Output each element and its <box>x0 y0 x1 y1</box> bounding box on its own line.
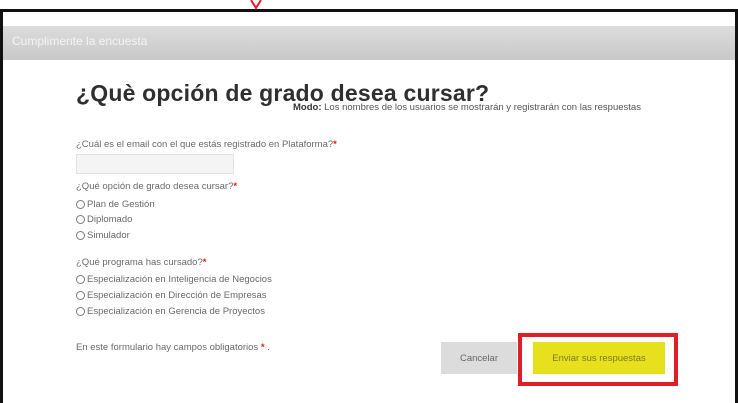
submit-button[interactable]: Enviar sus respuestas <box>533 342 665 374</box>
radio-option-gerencia-proyectos[interactable]: Especialización en Gerencia de Proyectos <box>76 305 265 318</box>
mode-text: Los nombres de los usuarios se mostrarán… <box>321 102 641 113</box>
radio-option-label: Plan de Gestión <box>87 199 155 210</box>
question-email-text: ¿Cuál es el email con el que estás regis… <box>76 139 334 150</box>
radio-circle-icon[interactable] <box>76 275 85 284</box>
required-fields-note: En este formulario hay campos obligatori… <box>76 342 270 353</box>
required-marker: * <box>202 257 207 268</box>
required-fields-text: En este formulario hay campos obligatori… <box>76 342 259 353</box>
cancel-button[interactable]: Cancelar <box>441 342 517 374</box>
red-arrow-tip-icon <box>250 0 262 10</box>
radio-option-plan-de-gestion[interactable]: Plan de Gestión <box>76 198 155 211</box>
question-program-text: ¿Qué programa has cursado? <box>76 257 203 268</box>
radio-circle-icon[interactable] <box>76 231 85 240</box>
required-marker: * <box>260 342 265 353</box>
radio-option-diplomado[interactable]: Diplomado <box>76 213 132 226</box>
question-program-label: ¿Qué programa has cursado?* <box>76 257 206 268</box>
question-grade-option-text: ¿Qué opción de grado desea cursar? <box>76 181 234 192</box>
window-title-bar: Cumplimente la encuesta <box>3 26 735 60</box>
mode-note: Modo: Los nombres de los usuarios se mos… <box>293 102 641 113</box>
mode-label: Modo: <box>293 102 322 113</box>
frame-top-border <box>0 9 738 12</box>
radio-option-label: Simulador <box>87 230 130 241</box>
radio-circle-icon[interactable] <box>76 215 85 224</box>
radio-option-label: Especialización en Dirección de Empresas <box>87 290 267 301</box>
radio-option-simulador[interactable]: Simulador <box>76 229 130 242</box>
radio-option-direccion-empresas[interactable]: Especialización en Dirección de Empresas <box>76 289 267 302</box>
question-email-label: ¿Cuál es el email con el que estás regis… <box>76 139 337 150</box>
radio-option-inteligencia-negocios[interactable]: Especialización en Inteligencia de Negoc… <box>76 273 272 286</box>
footer-period: . <box>267 342 270 353</box>
survey-window: Cumplimente la encuesta ¿Què opción de g… <box>0 0 738 403</box>
question-grade-option-label: ¿Qué opción de grado desea cursar?* <box>76 181 237 192</box>
radio-circle-icon[interactable] <box>76 291 85 300</box>
required-marker: * <box>233 181 238 192</box>
radio-circle-icon[interactable] <box>76 200 85 209</box>
radio-option-label: Especialización en Gerencia de Proyectos <box>87 306 265 317</box>
radio-option-label: Diplomado <box>87 214 133 225</box>
radio-option-label: Especialización en Inteligencia de Negoc… <box>87 274 272 285</box>
window-title: Cumplimente la encuesta <box>12 34 148 48</box>
email-input[interactable] <box>76 154 234 174</box>
required-marker: * <box>333 139 337 150</box>
frame-left-border <box>0 9 3 403</box>
radio-circle-icon[interactable] <box>76 307 85 316</box>
